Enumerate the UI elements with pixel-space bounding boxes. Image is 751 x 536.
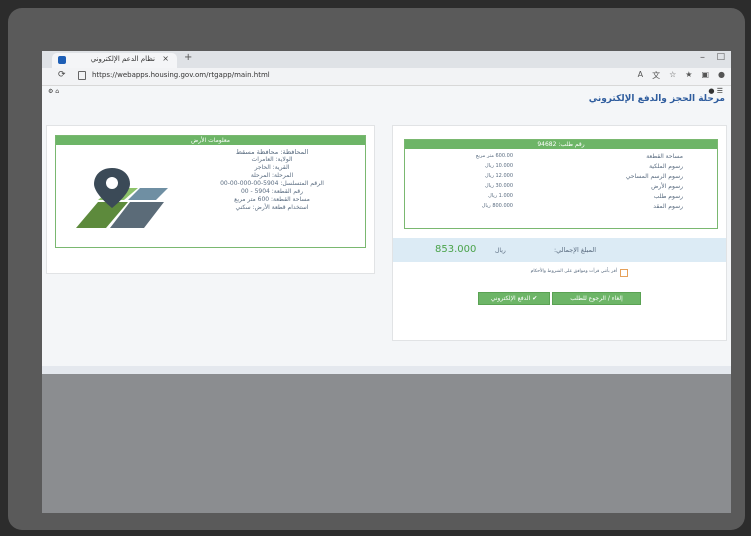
favorite-icon[interactable]: ☆ [669,70,676,81]
collections-icon[interactable]: ▣ [701,70,709,81]
fee-label: رسوم الأرض [651,183,683,190]
fee-value: 1.000 ريال [488,193,513,199]
browser-window: نظام الدعم الإلكتروني × + – □ ⟳ https://… [42,51,731,513]
site-favicon-icon [58,56,66,64]
new-tab-icon[interactable]: + [184,52,192,63]
total-label: المبلغ الإجمالي: [553,246,596,254]
total-currency: ريال [495,247,506,254]
read-aloud-icon[interactable]: A [638,70,643,81]
location-card: معلومات الأرض المحافظة: محافظة مسقط الول… [46,125,375,274]
fee-row: رسوم الرسم المساحي 12.000 ريال [405,172,717,182]
governorate-line: المحافظة: محافظة مسقط [235,148,309,156]
fee-label: رسوم المقد [653,203,683,210]
page-footer [42,366,731,374]
land-use-line: استخدام قطعة الأرض: سكني [235,204,309,211]
gear-icon[interactable]: ⚙ ⌂ [48,88,59,95]
fee-label: رسوم طلب [653,193,683,200]
address-bar: ⟳ https://webapps.housing.gov.om/rtgapp/… [42,68,731,86]
fee-row: مساحة القطعة 600.00 متر مربع [405,152,717,162]
fee-row: رسوم الأرض 30.000 ريال [405,182,717,192]
serial-line: الرقم المتسلسل: 5904-00-000-00-00 [220,180,324,187]
map-pin-icon [76,168,168,228]
plot-area-line: مساحة القطعة: 600 متر مربع [234,196,310,203]
request-box: رقم طلب: 94682 مساحة القطعة 600.00 متر م… [404,139,718,229]
request-header: رقم طلب: 94682 [405,140,717,149]
fee-value: 12.000 ريال [484,173,513,179]
page-content: ⚙ ⌂ ● ☰ مرحلة الحجز والدفع الإلكتروني مع… [42,86,731,366]
browser-tab[interactable]: نظام الدعم الإلكتروني × [52,53,177,68]
fee-label: رسوم الملكية [649,163,683,170]
fee-value: 10.000 ريال [484,163,513,169]
fees-list: مساحة القطعة 600.00 متر مربع رسوم الملكي… [405,152,717,212]
device-frame: نظام الدعم الإلكتروني × + – □ ⟳ https://… [8,8,745,530]
total-amount: 853.000 [435,244,477,255]
fee-row: رسوم طلب 1.000 ريال [405,192,717,202]
total-bar: المبلغ الإجمالي: 853.000 ريال [393,238,726,262]
toolbar-icons: A 文 ☆ ★ ▣ ● [638,70,725,81]
fee-label: رسوم الرسم المساحي [625,173,683,180]
payment-card: رقم طلب: 94682 مساحة القطعة 600.00 متر م… [392,125,727,341]
village-line: القرية: الحاجر [254,164,290,171]
profile-icon[interactable]: ● [718,70,725,81]
lock-icon [78,71,86,80]
terms-checkbox[interactable] [620,269,628,277]
tab-close-icon[interactable]: × [162,54,169,63]
pay-online-button[interactable]: ✔ الدفع الإلكتروني [478,292,550,305]
tab-bar: نظام الدعم الإلكتروني × + – □ [42,51,731,68]
fee-row: رسوم الملكية 10.000 ريال [405,162,717,172]
location-box: معلومات الأرض المحافظة: محافظة مسقط الول… [55,135,366,248]
location-details: المحافظة: محافظة مسقط الولاية: العامرات … [187,148,357,212]
cancel-button[interactable]: إلغاء / الرجوع للطلب [552,292,641,305]
url-field[interactable]: https://webapps.housing.gov.om/rtgapp/ma… [92,71,270,79]
wilayat-line: الولاية: العامرات [251,156,293,163]
terms-agreement: أقر بأنني قرأت وموافق على الشروط والأحكا… [488,268,628,278]
translate-icon[interactable]: 文 [652,70,660,81]
minimize-icon[interactable]: – [700,52,705,63]
page-title: مرحلة الحجز والدفع الإلكتروني [588,94,725,104]
maximize-icon[interactable]: □ [716,52,725,62]
fee-value: 800.000 ريال [481,203,513,209]
fee-value: 600.00 متر مربع [475,153,513,159]
fee-value: 30.000 ريال [484,183,513,189]
favorites-list-icon[interactable]: ★ [685,70,692,81]
fee-row: رسوم المقد 800.000 ريال [405,202,717,212]
terms-label: أقر بأنني قرأت وموافق على الشروط والأحكا… [530,269,617,274]
location-header: معلومات الأرض [56,136,365,145]
phase-line: المرحلة: المرحلة [250,172,294,179]
tab-title: نظام الدعم الإلكتروني [90,55,155,63]
reload-icon[interactable]: ⟳ [58,70,66,80]
fee-label: مساحة القطعة [646,153,683,160]
plot-number-line: رقم القطعة: 5904 - 00 [240,188,304,195]
